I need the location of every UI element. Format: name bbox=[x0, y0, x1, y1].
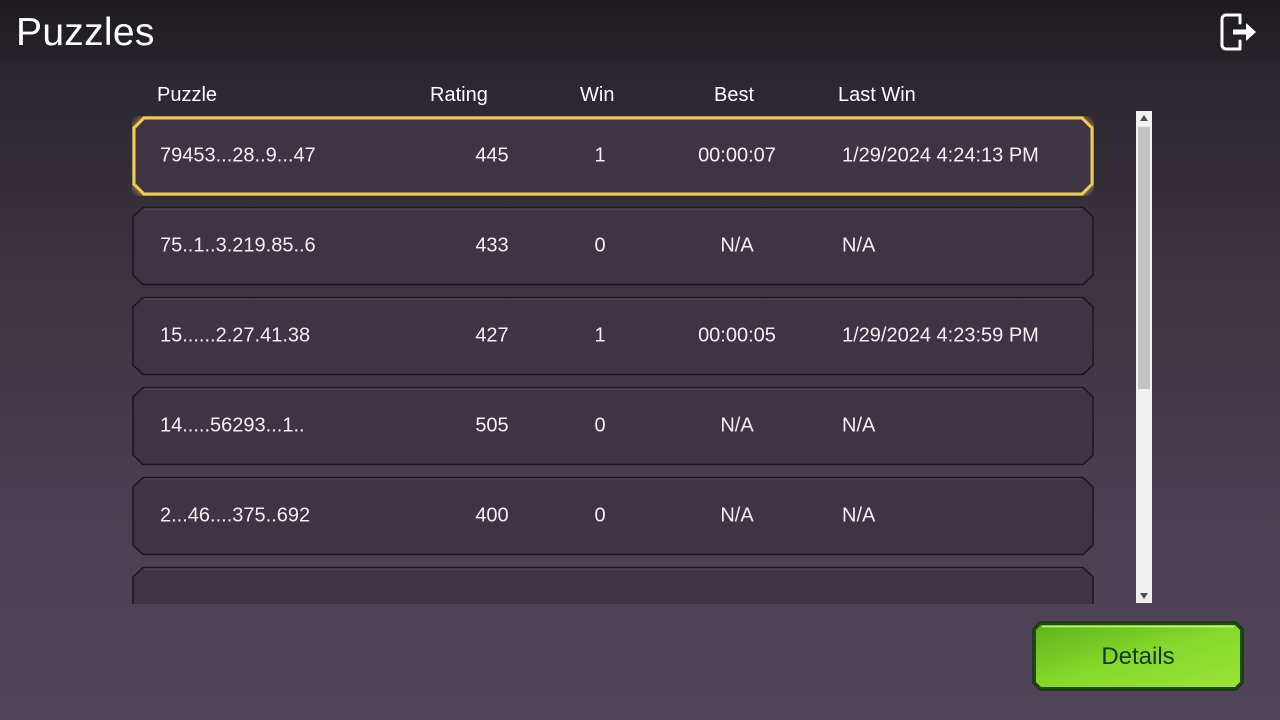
exit-button[interactable] bbox=[1216, 10, 1264, 54]
table-row[interactable]: 75..1..3.219.85..6 433 0 N/A N/A bbox=[132, 206, 1094, 286]
cell-rating: 445 bbox=[475, 144, 509, 167]
table-row[interactable] bbox=[132, 566, 1094, 604]
column-header-best: Best bbox=[714, 84, 755, 106]
arrow-up-icon bbox=[1140, 115, 1148, 121]
details-button[interactable]: Details bbox=[1032, 621, 1244, 691]
cell-best: 00:00:05 bbox=[698, 324, 776, 347]
table-row[interactable]: 79453...28..9...47 445 1 00:00:07 1/29/2… bbox=[132, 116, 1094, 196]
page-title: Puzzles bbox=[16, 11, 155, 54]
cell-rating: 505 bbox=[475, 414, 509, 437]
cell-win: 1 bbox=[594, 144, 606, 167]
cell-last-win: N/A bbox=[842, 414, 876, 437]
cell-last-win: 1/29/2024 4:24:13 PM bbox=[842, 144, 1039, 167]
scroll-thumb[interactable] bbox=[1138, 127, 1150, 389]
puzzle-list[interactable]: 79453...28..9...47 445 1 00:00:07 1/29/2… bbox=[120, 106, 1110, 604]
cell-win: 0 bbox=[594, 414, 606, 437]
cell-last-win: 1/29/2024 4:23:59 PM bbox=[842, 324, 1039, 347]
cell-win: 0 bbox=[594, 504, 606, 527]
scroll-down-button[interactable] bbox=[1136, 589, 1152, 603]
table-row[interactable]: 2...46....375..692 400 0 N/A N/A bbox=[132, 476, 1094, 556]
cell-best: N/A bbox=[720, 504, 754, 527]
cell-win: 0 bbox=[594, 234, 606, 257]
cell-last-win: N/A bbox=[842, 504, 876, 527]
column-header-win: Win bbox=[580, 84, 615, 106]
cell-best: N/A bbox=[720, 414, 754, 437]
exit-icon bbox=[1220, 13, 1256, 51]
cell-best: N/A bbox=[720, 234, 754, 257]
cell-win: 1 bbox=[594, 324, 606, 347]
column-header-puzzle: Puzzle bbox=[157, 84, 218, 106]
cell-best: 00:00:07 bbox=[698, 144, 776, 167]
arrow-down-icon bbox=[1140, 593, 1148, 599]
cell-puzzle: 75..1..3.219.85..6 bbox=[160, 234, 316, 257]
cell-puzzle: 2...46....375..692 bbox=[160, 504, 311, 527]
cell-puzzle: 79453...28..9...47 bbox=[160, 144, 316, 167]
column-header-last-win: Last Win bbox=[838, 84, 916, 106]
table-row[interactable]: 15......2.27.41.38 427 1 00:00:05 1/29/2… bbox=[132, 296, 1094, 376]
cell-puzzle: 15......2.27.41.38 bbox=[160, 324, 311, 347]
vertical-scrollbar[interactable] bbox=[1136, 111, 1152, 603]
cell-last-win: N/A bbox=[842, 234, 876, 257]
cell-rating: 400 bbox=[475, 504, 509, 527]
column-header-rating: Rating bbox=[430, 84, 488, 106]
scroll-up-button[interactable] bbox=[1136, 111, 1152, 125]
cell-puzzle: 14.....56293...1.. bbox=[160, 414, 305, 437]
cell-rating: 433 bbox=[475, 234, 509, 257]
table-row[interactable]: 14.....56293...1.. 505 0 N/A N/A bbox=[132, 386, 1094, 466]
header-bar bbox=[0, 0, 1280, 62]
row-background bbox=[132, 566, 1094, 604]
cell-rating: 427 bbox=[475, 324, 509, 347]
details-button-label: Details bbox=[1101, 643, 1175, 670]
